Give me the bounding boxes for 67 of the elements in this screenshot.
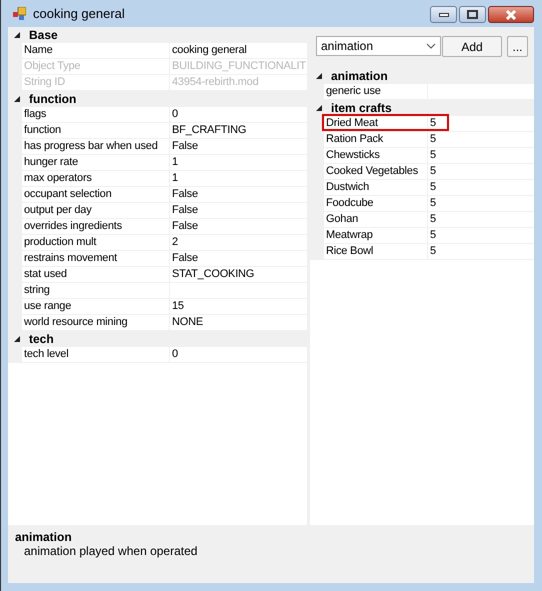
property-name[interactable]: has progress bar when used	[22, 139, 170, 154]
property-name[interactable]: world resource mining	[22, 315, 170, 330]
property-value[interactable]: 5	[428, 116, 534, 131]
category-header[interactable]: tech	[29, 332, 54, 346]
add-button[interactable]: Add	[442, 36, 502, 57]
property-name[interactable]: Ration Pack	[324, 132, 428, 147]
property-name[interactable]: Name	[22, 43, 170, 58]
category-header[interactable]: Base	[29, 28, 58, 42]
maximize-icon	[467, 10, 478, 19]
property-name[interactable]: overrides ingredients	[22, 219, 170, 234]
caret-icon	[426, 43, 436, 49]
property-value[interactable]: 15	[170, 299, 307, 314]
category-header[interactable]: function	[29, 92, 76, 106]
property-value[interactable]: 0	[170, 347, 307, 362]
property-name[interactable]: Chewsticks	[324, 148, 428, 163]
property-value[interactable]: 5	[428, 148, 534, 163]
property-value[interactable]: False	[170, 187, 307, 202]
property-name[interactable]: generic use	[324, 84, 428, 99]
property-value[interactable]: 5	[428, 164, 534, 179]
property-value[interactable]: False	[170, 203, 307, 218]
property-name[interactable]: Dried Meat	[324, 116, 428, 131]
property-name[interactable]: Cooked Vegetables	[324, 164, 428, 179]
property-name[interactable]: Foodcube	[324, 196, 428, 211]
property-value[interactable]: 5	[428, 212, 534, 227]
more-button[interactable]: ...	[507, 36, 528, 57]
property-value[interactable]: 5	[428, 132, 534, 147]
property-value[interactable]: 5	[428, 180, 534, 195]
property-value[interactable]: NONE	[170, 315, 307, 330]
minimize-button[interactable]	[430, 6, 457, 23]
property-name[interactable]: Rice Bowl	[324, 244, 428, 259]
property-name[interactable]: occupant selection	[22, 187, 170, 202]
property-name[interactable]: Gohan	[324, 212, 428, 227]
animation-dropdown[interactable]: animation	[316, 36, 441, 56]
property-name[interactable]: stat used	[22, 267, 170, 282]
app-icon	[13, 7, 26, 20]
property-value[interactable]: False	[170, 139, 307, 154]
property-value[interactable]: 1	[170, 171, 307, 186]
property-value[interactable]: BF_CRAFTING	[170, 123, 307, 138]
close-button[interactable]	[488, 6, 534, 23]
close-icon	[505, 10, 517, 20]
property-value[interactable]: STAT_COOKING	[170, 267, 307, 282]
property-value[interactable]: 1	[170, 155, 307, 170]
property-value[interactable]: False	[170, 219, 307, 234]
property-name[interactable]: function	[22, 123, 170, 138]
property-name[interactable]: string	[22, 283, 170, 298]
property-value[interactable]: 2	[170, 235, 307, 250]
window-title: cooking general	[33, 6, 126, 21]
minimize-icon	[438, 12, 448, 16]
property-name[interactable]: use range	[22, 299, 170, 314]
property-value[interactable]: 0	[170, 107, 307, 122]
property-name[interactable]: Meatwrap	[324, 228, 428, 243]
property-name[interactable]: output per day	[22, 203, 170, 218]
description-text: animation played when operated	[23, 544, 198, 558]
property-value[interactable]: 5	[428, 228, 534, 243]
property-name[interactable]: production mult	[22, 235, 170, 250]
maximize-button[interactable]	[459, 6, 486, 23]
property-value[interactable]: 5	[428, 244, 534, 259]
property-value[interactable]: cooking general	[170, 43, 307, 58]
property-name[interactable]: restrains movement	[22, 251, 170, 266]
property-name[interactable]: hunger rate	[22, 155, 170, 170]
description-title: animation	[15, 530, 73, 544]
property-name[interactable]: flags	[22, 107, 170, 122]
property-name[interactable]: max operators	[22, 171, 170, 186]
property-value[interactable]: 5	[428, 196, 534, 211]
property-name[interactable]: tech level	[22, 347, 170, 362]
property-value[interactable]: False	[170, 251, 307, 266]
property-name[interactable]: Dustwich	[324, 180, 428, 195]
